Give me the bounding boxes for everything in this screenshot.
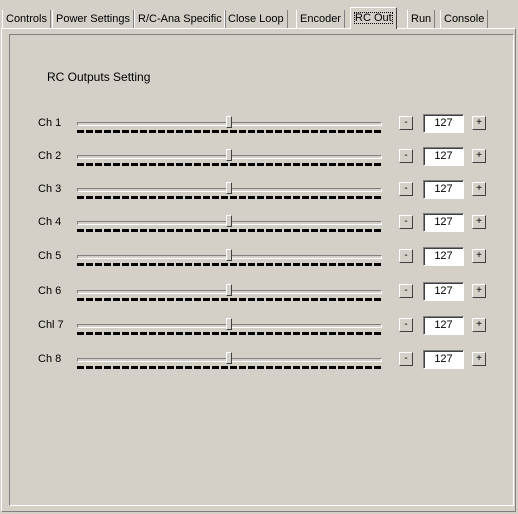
channel-slider[interactable] <box>77 318 382 336</box>
channel-label: Ch 5 <box>38 250 62 262</box>
channel-slider[interactable] <box>77 149 382 167</box>
tab-power-settings[interactable]: Power Settings <box>52 10 134 28</box>
channel-label: Ch 8 <box>38 353 62 365</box>
slider-thumb[interactable] <box>226 182 232 194</box>
channel-label: Ch 2 <box>38 150 62 162</box>
channel-slider[interactable] <box>77 284 382 302</box>
tab-label: RC Out <box>354 12 393 24</box>
decrement-button[interactable]: - <box>399 215 413 229</box>
slider-thumb[interactable] <box>226 116 232 128</box>
decrement-button[interactable]: - <box>399 149 413 163</box>
tab-label: Console <box>444 13 485 25</box>
channel-slider[interactable] <box>77 182 382 200</box>
channel-slider[interactable] <box>77 215 382 233</box>
channel-label: Chl 7 <box>38 319 64 331</box>
channel-value-field[interactable]: 127 <box>423 114 464 133</box>
tab-rc-out[interactable]: RC Out <box>350 7 397 29</box>
channel-value-field[interactable]: 127 <box>423 180 464 199</box>
tab-console[interactable]: Console <box>440 10 489 28</box>
tab-label: Power Settings <box>56 13 130 25</box>
channel-row: Ch 3 -127 + <box>0 180 518 200</box>
channel-value-field[interactable]: 127 <box>423 213 464 232</box>
slider-thumb[interactable] <box>226 284 232 296</box>
tab-panel <box>1 28 516 512</box>
channel-row: Ch 4 -127 + <box>0 213 518 233</box>
tab-label: Encoder <box>300 13 341 25</box>
tab-label: Run <box>411 13 432 25</box>
slider-ticks <box>77 332 382 335</box>
increment-button[interactable]: + <box>472 352 486 366</box>
increment-button[interactable]: + <box>472 284 486 298</box>
channel-row: Ch 1 -127 + <box>0 114 518 134</box>
increment-button[interactable]: + <box>472 249 486 263</box>
slider-ticks <box>77 130 382 133</box>
slider-thumb[interactable] <box>226 215 232 227</box>
slider-ticks <box>77 263 382 266</box>
increment-button[interactable]: + <box>472 116 486 130</box>
channel-label: Ch 3 <box>38 183 62 195</box>
increment-button[interactable]: + <box>472 318 486 332</box>
channel-label: Ch 6 <box>38 285 62 297</box>
decrement-button[interactable]: - <box>399 182 413 196</box>
increment-button[interactable]: + <box>472 182 486 196</box>
decrement-button[interactable]: - <box>399 284 413 298</box>
tab-panel-content <box>9 34 514 506</box>
increment-button[interactable]: + <box>472 215 486 229</box>
increment-button[interactable]: + <box>472 149 486 163</box>
section-title: RC Outputs Setting <box>47 70 151 84</box>
channel-row: Ch 2 -127 + <box>0 147 518 167</box>
slider-thumb[interactable] <box>226 318 232 330</box>
slider-ticks <box>77 196 382 199</box>
channel-row: Ch 8 -127 + <box>0 350 518 370</box>
slider-ticks <box>77 229 382 232</box>
channel-label: Ch 4 <box>38 216 62 228</box>
channel-value-field[interactable]: 127 <box>423 147 464 166</box>
tab-label: Controls <box>6 13 47 25</box>
slider-ticks <box>77 163 382 166</box>
tab-controls[interactable]: Controls <box>2 10 51 28</box>
tab-rc-ana-specific[interactable]: R/C-Ana Specific <box>134 10 226 28</box>
channel-row: Chl 7 -127 + <box>0 316 518 336</box>
slider-thumb[interactable] <box>226 149 232 161</box>
channel-value-field[interactable]: 127 <box>423 350 464 369</box>
channel-row: Ch 5 -127 + <box>0 247 518 267</box>
tab-label: Close Loop <box>228 13 284 25</box>
tab-label: R/C-Ana Specific <box>138 13 222 25</box>
slider-ticks <box>77 366 382 369</box>
channel-slider[interactable] <box>77 352 382 370</box>
decrement-button[interactable]: - <box>399 249 413 263</box>
channel-slider[interactable] <box>77 116 382 134</box>
decrement-button[interactable]: - <box>399 318 413 332</box>
channel-value-field[interactable]: 127 <box>423 316 464 335</box>
tab-encoder[interactable]: Encoder <box>296 10 345 28</box>
tab-close-loop[interactable]: Close Loop <box>224 10 288 28</box>
slider-ticks <box>77 298 382 301</box>
tab-bar: Controls Power Settings R/C-Ana Specific… <box>0 0 518 29</box>
channel-value-field[interactable]: 127 <box>423 247 464 266</box>
channel-value-field[interactable]: 127 <box>423 282 464 301</box>
channel-slider[interactable] <box>77 249 382 267</box>
decrement-button[interactable]: - <box>399 116 413 130</box>
tab-run[interactable]: Run <box>407 10 436 28</box>
slider-thumb[interactable] <box>226 249 232 261</box>
channel-row: Ch 6 -127 + <box>0 282 518 302</box>
channel-label: Ch 1 <box>38 117 62 129</box>
slider-thumb[interactable] <box>226 352 232 364</box>
decrement-button[interactable]: - <box>399 352 413 366</box>
